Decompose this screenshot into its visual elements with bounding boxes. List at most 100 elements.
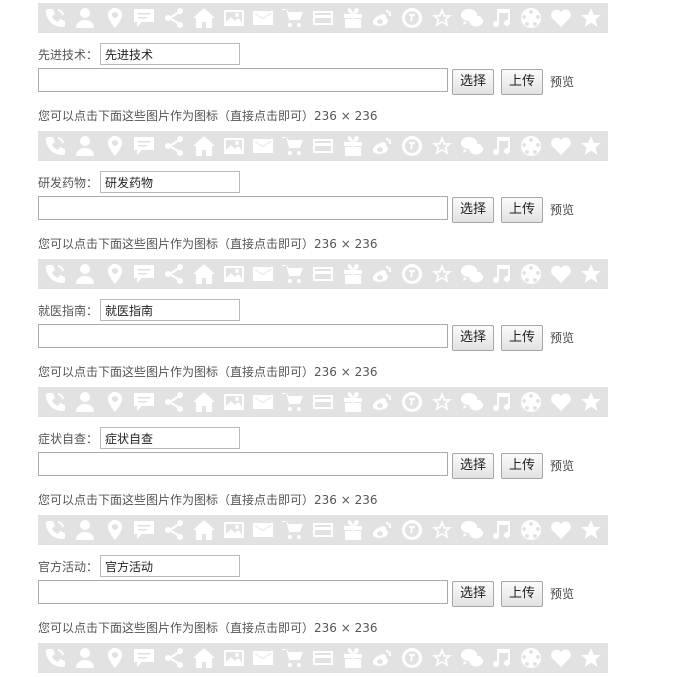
name-input[interactable] xyxy=(100,43,241,65)
film-reel-icon[interactable] xyxy=(518,5,544,31)
image-icon[interactable] xyxy=(221,133,247,159)
chat-bubble-icon[interactable] xyxy=(131,5,157,31)
upload-button[interactable]: 上传 xyxy=(501,325,544,351)
heart-icon[interactable] xyxy=(548,645,574,671)
film-reel-icon[interactable] xyxy=(518,133,544,159)
alipay-icon[interactable] xyxy=(399,389,425,415)
share-icon[interactable] xyxy=(161,645,187,671)
phone-icon[interactable] xyxy=(42,133,68,159)
mail-icon[interactable] xyxy=(250,517,276,543)
chat-bubble-icon[interactable] xyxy=(131,645,157,671)
phone-icon[interactable] xyxy=(42,389,68,415)
gift-icon[interactable] xyxy=(340,389,366,415)
mail-icon[interactable] xyxy=(250,133,276,159)
star-icon[interactable] xyxy=(429,5,455,31)
phone-icon[interactable] xyxy=(42,5,68,31)
music-icon[interactable] xyxy=(488,261,514,287)
upload-button[interactable]: 上传 xyxy=(501,197,544,223)
gift-icon[interactable] xyxy=(340,133,366,159)
chat-bubble-icon[interactable] xyxy=(131,389,157,415)
mail-icon[interactable] xyxy=(250,261,276,287)
user-icon[interactable] xyxy=(72,389,98,415)
mail-icon[interactable] xyxy=(250,5,276,31)
music-icon[interactable] xyxy=(488,645,514,671)
upload-button[interactable]: 上传 xyxy=(501,453,544,479)
heart-icon[interactable] xyxy=(548,261,574,287)
preview-link[interactable]: 预览 xyxy=(550,585,574,602)
weibo-icon[interactable] xyxy=(369,133,395,159)
cart-icon[interactable] xyxy=(280,389,306,415)
alipay-icon[interactable] xyxy=(399,645,425,671)
preview-link[interactable]: 预览 xyxy=(550,457,574,474)
weibo-icon[interactable] xyxy=(369,261,395,287)
preview-link[interactable]: 预览 xyxy=(550,201,574,218)
credit-card-icon[interactable] xyxy=(310,645,336,671)
chat-bubble-icon[interactable] xyxy=(131,261,157,287)
music-icon[interactable] xyxy=(488,5,514,31)
weibo-icon[interactable] xyxy=(369,389,395,415)
star-solid-icon[interactable] xyxy=(578,5,604,31)
film-reel-icon[interactable] xyxy=(518,645,544,671)
cart-icon[interactable] xyxy=(280,261,306,287)
name-input[interactable] xyxy=(100,299,241,321)
user-icon[interactable] xyxy=(72,517,98,543)
name-input[interactable] xyxy=(100,555,241,577)
star-solid-icon[interactable] xyxy=(578,133,604,159)
star-solid-icon[interactable] xyxy=(578,517,604,543)
wechat-icon[interactable] xyxy=(459,261,485,287)
location-pin-icon[interactable] xyxy=(102,645,128,671)
location-pin-icon[interactable] xyxy=(102,5,128,31)
image-icon[interactable] xyxy=(221,645,247,671)
select-button[interactable]: 选择 xyxy=(452,325,495,351)
select-button[interactable]: 选择 xyxy=(452,581,495,607)
image-icon[interactable] xyxy=(221,5,247,31)
star-icon[interactable] xyxy=(429,517,455,543)
icon-url-input[interactable] xyxy=(38,324,448,348)
home-icon[interactable] xyxy=(191,261,217,287)
cart-icon[interactable] xyxy=(280,645,306,671)
share-icon[interactable] xyxy=(161,517,187,543)
home-icon[interactable] xyxy=(191,5,217,31)
icon-url-input[interactable] xyxy=(38,452,448,476)
wechat-icon[interactable] xyxy=(459,133,485,159)
gift-icon[interactable] xyxy=(340,5,366,31)
heart-icon[interactable] xyxy=(548,5,574,31)
star-icon[interactable] xyxy=(429,133,455,159)
image-icon[interactable] xyxy=(221,517,247,543)
credit-card-icon[interactable] xyxy=(310,133,336,159)
home-icon[interactable] xyxy=(191,389,217,415)
share-icon[interactable] xyxy=(161,389,187,415)
cart-icon[interactable] xyxy=(280,517,306,543)
phone-icon[interactable] xyxy=(42,645,68,671)
image-icon[interactable] xyxy=(221,389,247,415)
share-icon[interactable] xyxy=(161,261,187,287)
user-icon[interactable] xyxy=(72,5,98,31)
weibo-icon[interactable] xyxy=(369,645,395,671)
location-pin-icon[interactable] xyxy=(102,261,128,287)
user-icon[interactable] xyxy=(72,645,98,671)
heart-icon[interactable] xyxy=(548,389,574,415)
location-pin-icon[interactable] xyxy=(102,389,128,415)
chat-bubble-icon[interactable] xyxy=(131,517,157,543)
wechat-icon[interactable] xyxy=(459,5,485,31)
name-input[interactable] xyxy=(100,427,241,449)
icon-url-input[interactable] xyxy=(38,68,448,92)
wechat-icon[interactable] xyxy=(459,645,485,671)
gift-icon[interactable] xyxy=(340,261,366,287)
alipay-icon[interactable] xyxy=(399,517,425,543)
weibo-icon[interactable] xyxy=(369,5,395,31)
cart-icon[interactable] xyxy=(280,133,306,159)
credit-card-icon[interactable] xyxy=(310,5,336,31)
music-icon[interactable] xyxy=(488,517,514,543)
credit-card-icon[interactable] xyxy=(310,261,336,287)
heart-icon[interactable] xyxy=(548,517,574,543)
alipay-icon[interactable] xyxy=(399,261,425,287)
user-icon[interactable] xyxy=(72,133,98,159)
phone-icon[interactable] xyxy=(42,261,68,287)
preview-link[interactable]: 预览 xyxy=(550,73,574,90)
user-icon[interactable] xyxy=(72,261,98,287)
mail-icon[interactable] xyxy=(250,645,276,671)
chat-bubble-icon[interactable] xyxy=(131,133,157,159)
star-icon[interactable] xyxy=(429,261,455,287)
star-solid-icon[interactable] xyxy=(578,261,604,287)
